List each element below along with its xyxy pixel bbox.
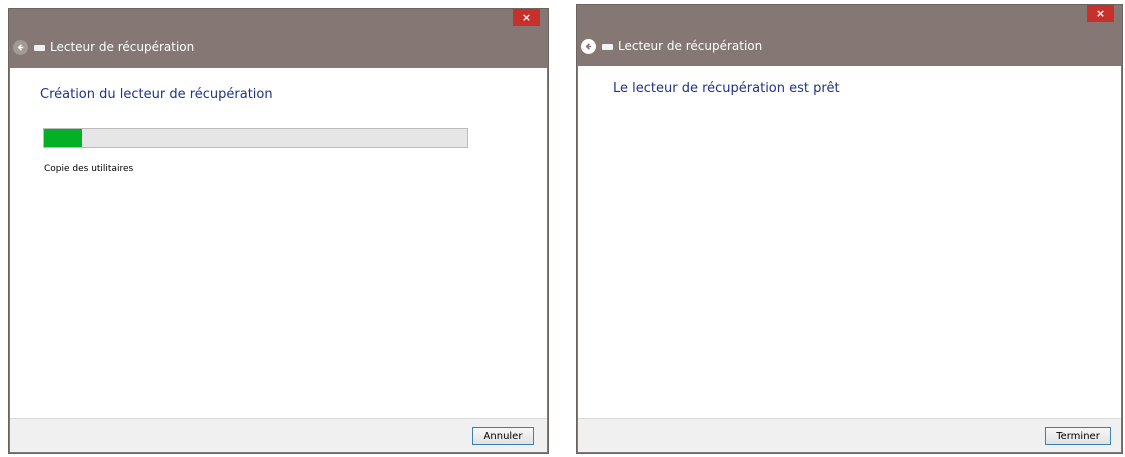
wizard-content: Création du lecteur de récupération Copi… — [10, 68, 547, 418]
drive-icon — [34, 45, 45, 51]
status-text: Copie des utilitaires — [44, 164, 134, 174]
wizard-footer: Annuler — [10, 418, 547, 452]
page-heading: Le lecteur de récupération est prêt — [613, 81, 840, 96]
back-button[interactable] — [581, 38, 596, 54]
wizard-footer: Terminer — [578, 418, 1121, 452]
progress-fill — [44, 129, 83, 147]
window-title: Lecteur de récupération — [618, 39, 763, 53]
close-button[interactable]: × — [513, 9, 540, 26]
finish-button[interactable]: Terminer — [1045, 427, 1111, 445]
drive-icon — [602, 44, 613, 50]
back-button[interactable] — [13, 39, 28, 55]
window-header: Lecteur de récupération — [9, 29, 548, 65]
recovery-wizard-window-progress: × Lecteur de récupération Création du le… — [8, 8, 549, 454]
close-icon: × — [1095, 7, 1106, 20]
wizard-content: Le lecteur de récupération est prêt — [578, 66, 1121, 419]
back-arrow-icon — [585, 42, 592, 50]
progress-bar — [43, 128, 468, 148]
close-icon: × — [521, 11, 532, 24]
recovery-wizard-window-done: × Lecteur de récupération Le lecteur de … — [576, 4, 1123, 454]
back-arrow-icon — [17, 43, 24, 51]
close-button[interactable]: × — [1087, 5, 1114, 22]
window-header: Lecteur de récupération — [577, 28, 1122, 64]
page-heading: Création du lecteur de récupération — [40, 87, 273, 102]
window-title: Lecteur de récupération — [50, 40, 195, 54]
cancel-button[interactable]: Annuler — [472, 427, 534, 445]
